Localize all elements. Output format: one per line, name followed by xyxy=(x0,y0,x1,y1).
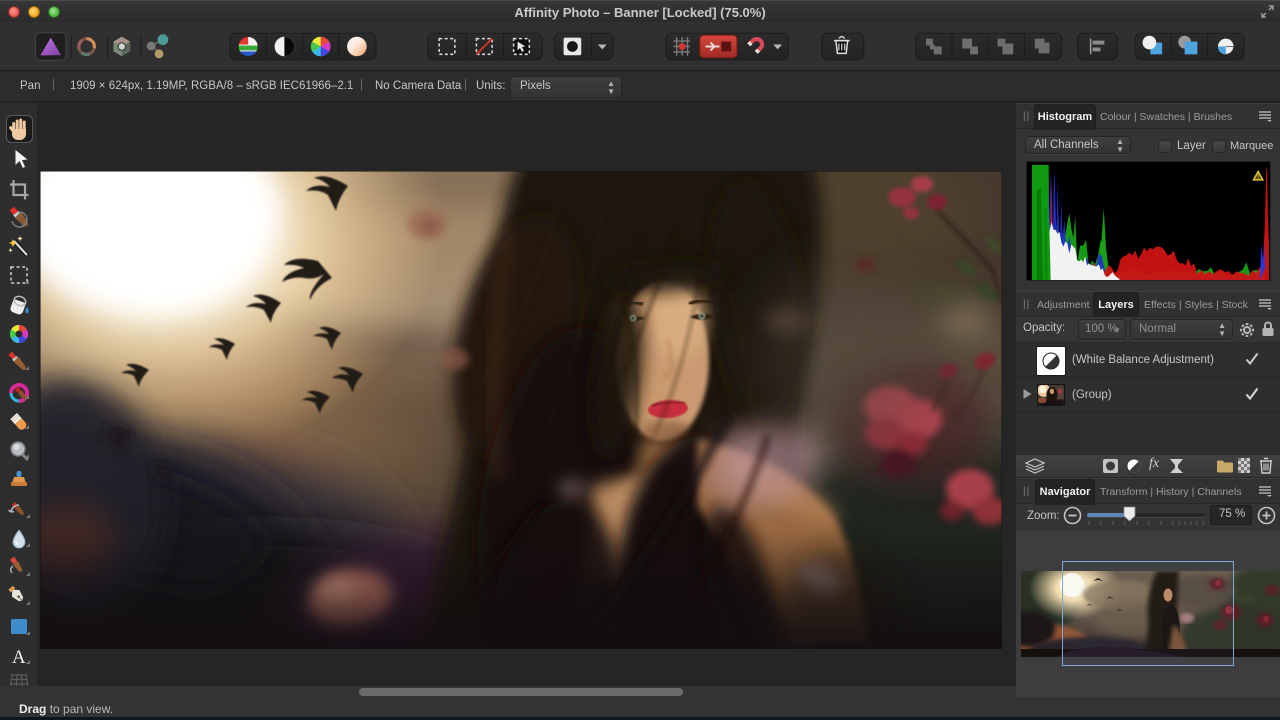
svg-text:A: A xyxy=(12,647,26,668)
